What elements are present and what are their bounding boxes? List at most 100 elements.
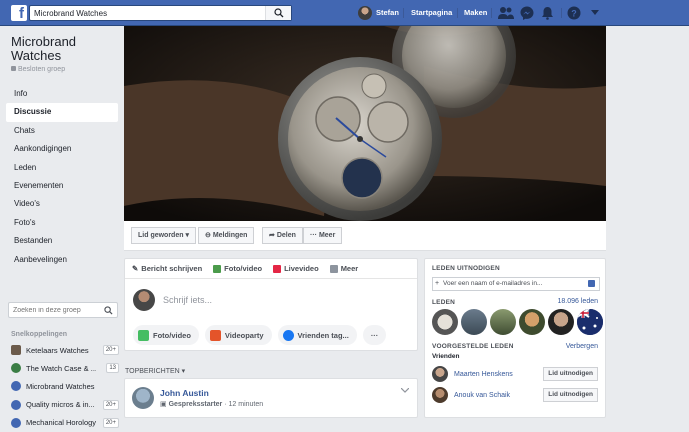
more-dots-icon: ··· [310,232,317,239]
hide-suggestions-link[interactable]: Verbergen [566,343,598,350]
friend-requests-icon[interactable] [498,6,514,20]
invite-member-button[interactable]: Lid uitnodigen [543,388,598,402]
composer-body[interactable]: Schrijf iets... [125,279,417,319]
global-search [29,5,292,21]
shortcut-label: Microbrand Watches [26,381,95,391]
member-avatar[interactable] [490,309,516,335]
tab-write-post[interactable]: ✎ Bericht schrijven [132,264,202,273]
photo-icon [213,264,222,273]
group-search-input[interactable] [9,303,99,317]
post-meta: ▣ Gespreksstarter · 12 minuten [160,401,264,408]
notifications-toggle-icon: ⊖ [205,232,211,239]
nav-announcements[interactable]: Aankondigingen [6,140,118,158]
nav-photos[interactable]: Foto's [6,214,118,232]
composer-avatar [133,289,155,311]
suggested-name[interactable]: Anouk van Schaik [454,392,534,399]
post-timestamp[interactable]: 12 minuten [229,401,264,408]
facebook-logo-icon[interactable]: f [11,5,27,21]
tab-photo-video[interactable]: Foto/video [213,264,262,273]
photo-icon [138,329,149,341]
nav-members[interactable]: Leden [6,159,118,177]
post-menu-chevron-icon[interactable] [401,388,409,393]
friends-label: Vrienden [432,353,460,360]
nav-files[interactable]: Bestanden [6,232,118,250]
tag-friends-icon [282,329,294,341]
members-count[interactable]: 18.096 leden [558,298,598,305]
search-button[interactable] [265,6,291,20]
pill-tag-friends[interactable]: Vrienden tag... [277,325,357,345]
shortcut-item[interactable]: Quality micros & in... 20+ [11,396,119,414]
shortcut-item[interactable]: Ketelaars Watches 20+ [11,341,119,359]
create-link[interactable]: Maken [464,0,487,26]
composer-placeholder[interactable]: Schrijf iets... [163,295,212,305]
profile-link[interactable]: Stefan [376,0,399,26]
more-label: Meer [318,232,336,239]
group-nav: Info Discussie Chats Aankondigingen Lede… [6,85,118,269]
caret-down-icon: ▾ [185,232,189,239]
more-button[interactable]: ··· Meer [303,227,343,244]
pill-watch-party[interactable]: Videoparty [204,325,272,345]
more-dots-icon: ··· [370,330,379,340]
shortcut-item[interactable]: Mechanical Horology 20+ [11,414,119,432]
shortcut-label: Ketelaars Watches [26,345,89,355]
suggested-avatar[interactable] [432,387,448,403]
nav-divider [457,8,458,18]
shortcut-item[interactable]: Microbrand Watches [11,377,119,395]
joined-button[interactable]: Lid geworden ▾ [131,227,196,244]
nav-chats[interactable]: Chats [6,122,118,140]
tab-live-video[interactable]: Livevideo [273,264,319,273]
suggested-avatar[interactable] [432,366,448,382]
group-icon [11,417,21,428]
suggested-heading: VOORGESTELDE LEDEN [432,343,514,350]
post-author-name[interactable]: John Austin [160,388,209,398]
notifications-button[interactable]: ⊖ Meldingen [198,227,255,244]
top-bar: f Stefan Startpagina Maken ? [0,0,689,26]
tab-label: Meer [340,264,359,273]
search-icon [274,8,284,18]
pencil-icon: ✎ [132,264,139,273]
member-avatar-flag[interactable] [577,309,603,335]
pill-photo-video[interactable]: Foto/video [133,325,199,345]
shortcut-label: The Watch Case & ... [26,363,96,373]
group-cover-photo[interactable] [124,26,606,221]
share-button[interactable]: ➦ Delen [262,227,303,244]
caret-down-icon: ▾ [181,368,186,375]
invite-member-button[interactable]: Lid uitnodigen [543,367,598,381]
nav-recommendations[interactable]: Aanbevelingen [6,251,118,269]
conversation-starter-icon: ▣ [160,401,167,408]
member-avatar[interactable] [461,309,487,335]
tab-more[interactable]: Meer [329,264,359,273]
nav-info[interactable]: Info [6,85,118,103]
post-role-badge: Gespreksstarter [168,401,223,408]
plus-icon: + [435,280,440,287]
help-icon[interactable]: ? [567,6,581,20]
nav-videos[interactable]: Video's [6,195,118,213]
invite-input[interactable]: Voer een naam of e-mailadres in... [432,277,600,291]
feed-heading: TOPBERICHTEN [125,368,180,375]
nav-divider [561,8,562,18]
pill-more[interactable]: ··· [362,325,387,345]
notifications-bell-icon[interactable] [541,6,554,20]
feed-sort[interactable]: TOPBERICHTEN ▾ [125,367,185,375]
home-link[interactable]: Startpagina [411,0,452,26]
messenger-icon[interactable] [520,6,534,20]
group-thumbnail-icon [11,345,21,356]
composer-pills: Foto/video Videoparty Vrienden tag... ··… [133,325,392,345]
pill-label: Videoparty [224,330,264,340]
group-title[interactable]: Microbrand Watches [11,35,121,63]
shortcut-item[interactable]: The Watch Case & ... 13 [11,359,119,377]
members-heading: LEDEN [432,299,456,306]
nav-events[interactable]: Evenementen [6,177,118,195]
address-book-icon[interactable] [588,280,595,287]
account-menu-caret-icon[interactable] [591,10,599,16]
member-avatar[interactable] [432,309,458,335]
user-avatar[interactable] [358,6,372,20]
global-search-input[interactable] [30,6,260,20]
suggested-name[interactable]: Maarten Henskens [454,371,534,378]
right-column: LEDEN UITNODIGEN Voer een naam of e-mail… [424,258,606,418]
nav-discussion[interactable]: Discussie [6,103,118,122]
member-avatar[interactable] [519,309,545,335]
member-avatar[interactable] [548,309,574,335]
post-author-avatar[interactable] [132,387,154,409]
search-icon[interactable] [104,306,113,315]
